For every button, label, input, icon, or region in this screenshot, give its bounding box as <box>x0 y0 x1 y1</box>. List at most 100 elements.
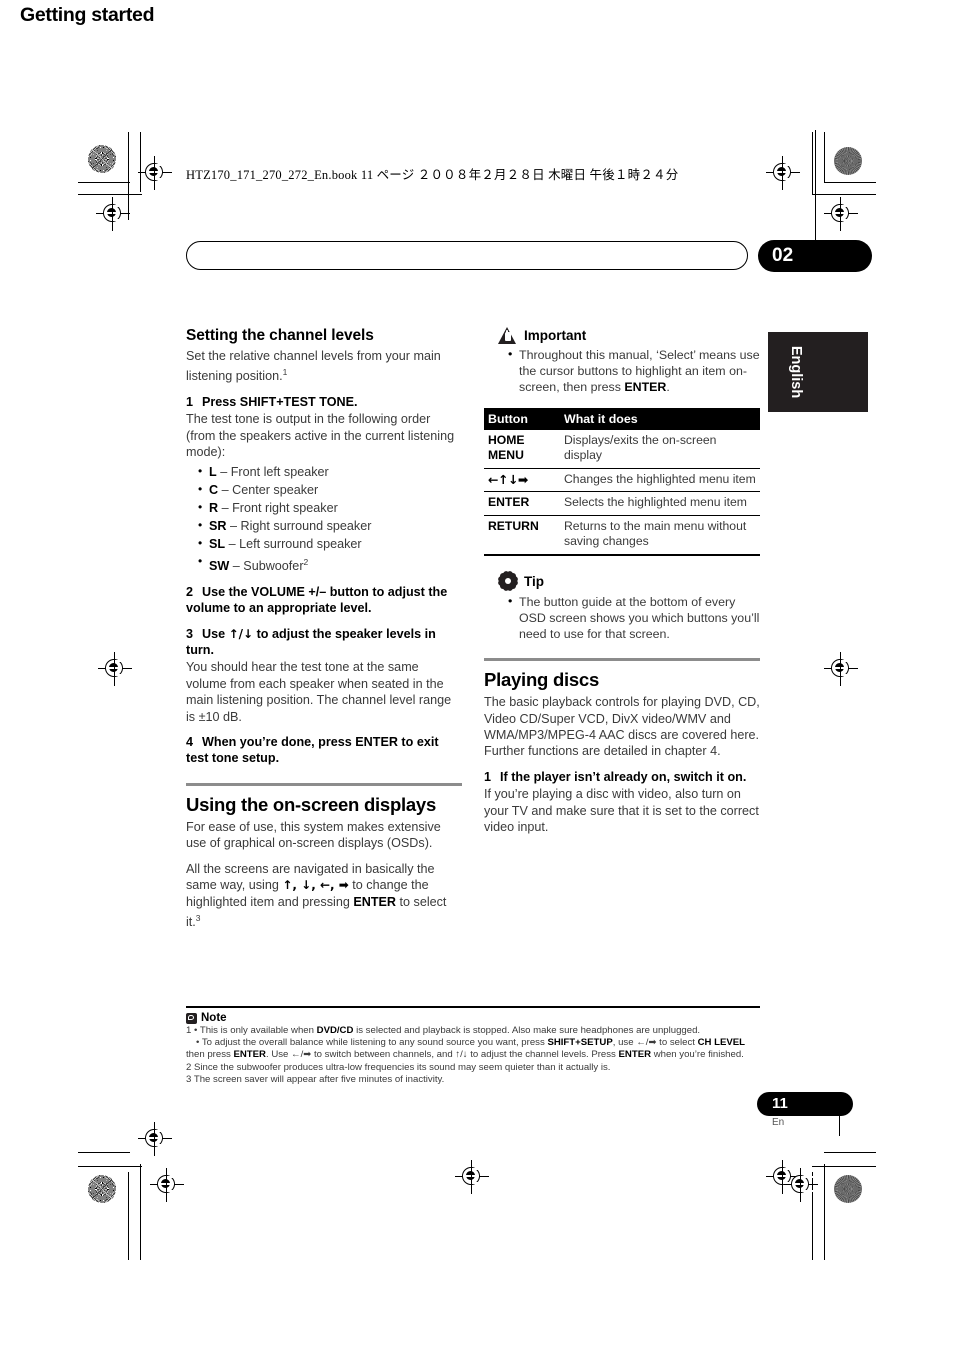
footnote-2: • To adjust the overall balance while li… <box>186 1037 764 1061</box>
paragraph-text: Set the relative channel levels from you… <box>186 349 441 384</box>
chapter-number-label: 02 <box>772 245 794 266</box>
footnote-ref: 3 <box>195 912 201 923</box>
registration-mark-top-right <box>766 156 800 190</box>
up-down-arrow-icon: ↑/↓ <box>228 626 254 641</box>
heading-playing-discs: Playing discs <box>484 669 599 691</box>
cell-description: Selects the highlighted menu item <box>560 491 760 516</box>
fn2-d: . Use ←/➡ to switch between channels, an… <box>265 1049 619 1061</box>
cell-cursor-arrows-icon: ←↑↓➡ <box>484 468 560 493</box>
important-callout-label: Important <box>524 328 587 343</box>
halftone-circle-bottom-right <box>834 1175 862 1203</box>
page-number-label: 11 <box>772 1095 788 1112</box>
enter-key-label: ENTER <box>353 894 397 909</box>
table-row: HOME MENU Displays/exits the on-screen d… <box>484 429 760 469</box>
list-item: SR – Right surround speaker <box>198 516 462 535</box>
speaker-desc: – Subwoofer <box>232 558 304 573</box>
language-side-tab-label: English <box>788 345 804 399</box>
list-item: SL – Left surround speaker <box>198 534 462 553</box>
speaker-desc: – Left surround speaker <box>228 536 362 551</box>
crop-line <box>78 1152 130 1154</box>
note-icon <box>186 1012 197 1024</box>
list-item: C – Center speaker <box>198 480 462 499</box>
fn2-enter-2: ENTER <box>618 1049 652 1061</box>
fn2-b: , use ←/➡ to select <box>612 1037 698 1049</box>
registration-mark-top-left <box>138 156 172 190</box>
paragraph-osd-2: All the screens are navigated in basical… <box>186 861 462 931</box>
step-2-number: 2 <box>186 584 194 599</box>
fn1-a: 1 • This is only available when <box>186 1025 317 1036</box>
speaker-key: C <box>209 482 219 497</box>
list-item: The button guide at the bottom of every … <box>508 593 760 643</box>
cell-description: Returns to the main menu without saving … <box>560 515 760 556</box>
crop-line <box>78 1166 142 1168</box>
step-1-body: The test tone is output in the following… <box>186 412 455 460</box>
important-text-b: . <box>666 380 670 395</box>
warning-triangle-icon <box>498 327 517 344</box>
step-4-label: When you’re done, press ENTER to exit te… <box>186 735 439 766</box>
speaker-key: R <box>209 500 219 515</box>
halftone-circle-top-right <box>834 147 862 175</box>
fn1-b: is selected and playback is stopped. Als… <box>353 1025 701 1036</box>
registration-mark-right-middle <box>824 652 858 686</box>
crop-line <box>812 132 814 194</box>
column-header-what-it-does: What it does <box>560 407 760 430</box>
cell-button: HOME MENU <box>484 429 560 469</box>
registration-mark-bottom-right-2 <box>784 1168 818 1202</box>
print-slug-line: HTZ170_171_270_272_En.book 11 ページ ２００８年２… <box>186 168 679 182</box>
step-1-label: Press SHIFT+TEST TONE. <box>202 395 358 409</box>
fn1-dvdcd: DVD/CD <box>316 1025 354 1036</box>
fn2-enter-1: ENTER <box>233 1049 266 1061</box>
registration-mark-left-lower <box>138 1122 172 1156</box>
paragraph-osd-1: For ease of use, this system makes exten… <box>186 819 441 851</box>
crop-line <box>78 194 142 196</box>
speaker-key: SL <box>209 536 226 551</box>
cell-description: Changes the highlighted menu item <box>560 468 760 493</box>
fn2-a: • To adjust the overall balance while li… <box>196 1037 548 1049</box>
halftone-circle-bottom-left <box>88 1175 116 1203</box>
speaker-key: SR <box>209 518 227 533</box>
table-row: RETURN Returns to the main menu without … <box>484 515 760 556</box>
footnote-ref: 2 <box>303 556 309 567</box>
paragraph-channel-levels-intro: Set the relative channel levels from you… <box>186 348 462 385</box>
footnote-rule <box>186 1006 760 1009</box>
important-callout-header: Important <box>498 327 760 344</box>
step-3-label-pre: Use <box>202 626 229 641</box>
step-3-body: You should hear the test tone at the sam… <box>186 660 452 724</box>
tip-callout-header: Tip <box>496 570 760 593</box>
page-title: Getting started <box>20 4 155 26</box>
footnote-4: 3 The screen saver will appear after fiv… <box>186 1073 445 1085</box>
speaker-desc: – Center speaker <box>221 482 319 497</box>
crop-line <box>812 1166 876 1168</box>
step-4: 4 When you’re done, press ENTER to exit t… <box>186 734 462 767</box>
footnote-header: Note <box>186 1012 227 1024</box>
enter-key-label: ENTER <box>624 380 667 395</box>
step-3-number: 3 <box>186 626 194 641</box>
footnote-header-label: Note <box>201 1012 227 1024</box>
speaker-key: L <box>209 464 217 479</box>
footnote-block: 1 • This is only available when DVD/CD i… <box>186 1025 764 1086</box>
registration-mark-bottom-left <box>150 1168 184 1202</box>
step-1-right: 1 If the player isn’t already on, switch … <box>484 769 760 785</box>
step-2-label: Use the VOLUME +/– button to adjust the … <box>186 584 448 616</box>
registration-mark-left-middle <box>98 652 132 686</box>
registration-mark-right-upper <box>824 197 858 231</box>
section-divider-rule <box>484 658 760 662</box>
chapter-tab-stem <box>815 130 817 242</box>
page-number-badge: 11 <box>757 1092 853 1116</box>
fn2-chlevel: CH LEVEL <box>697 1037 746 1049</box>
speaker-desc: – Right surround speaker <box>230 518 372 533</box>
list-item: Throughout this manual, ‘Select’ means u… <box>508 346 760 396</box>
fn2-shift: SHIFT+SETUP <box>547 1037 613 1049</box>
left-column: Setting the channel levels Set the relat… <box>186 327 462 940</box>
step-2: 2 Use the VOLUME +/– button to adjust the… <box>186 584 462 617</box>
crop-line <box>128 1172 130 1260</box>
chapter-number-badge: 02 <box>758 240 872 272</box>
section-divider-rule <box>186 782 462 786</box>
paragraph-playing-discs: The basic playback controls for playing … <box>484 695 760 759</box>
list-item: SW – Subwoofer2 <box>198 552 462 575</box>
footnote-ref: 1 <box>282 367 288 378</box>
footnote-3: 2 Since the subwoofer produces ultra-low… <box>186 1061 611 1073</box>
registration-mark-left-upper <box>96 197 130 231</box>
page-language-code: En <box>772 1117 785 1128</box>
step-1-right-number: 1 <box>484 769 492 784</box>
